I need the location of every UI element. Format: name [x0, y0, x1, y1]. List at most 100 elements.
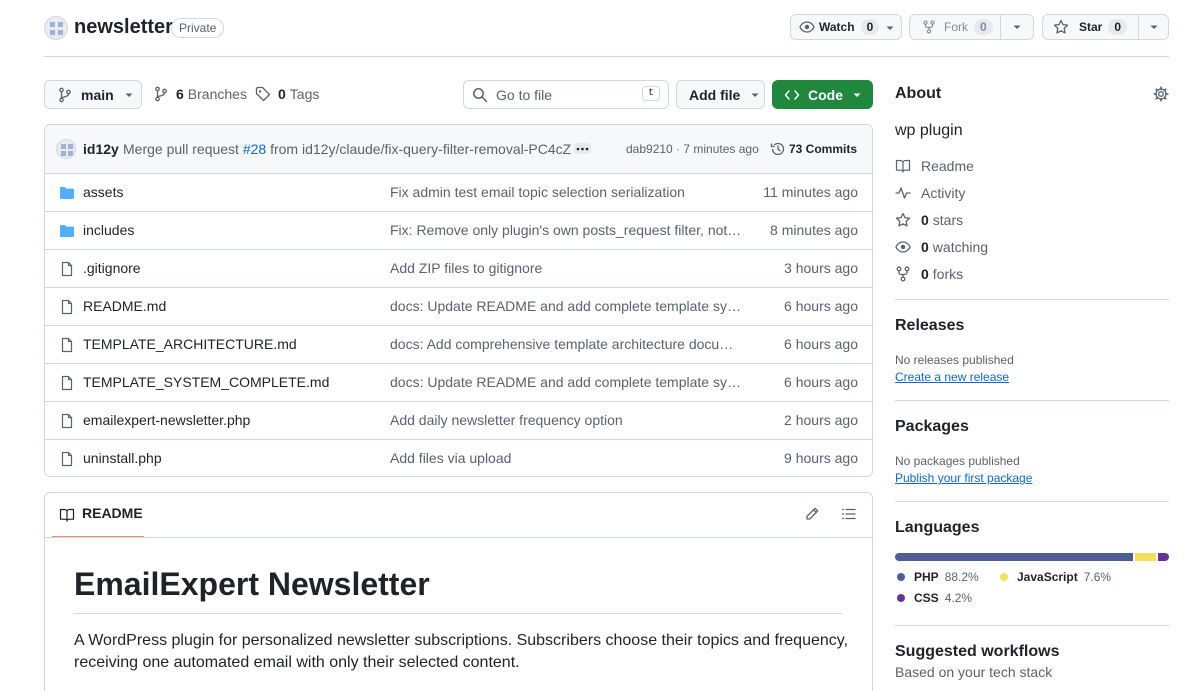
publish-package-link[interactable]: Publish your first package: [895, 471, 1032, 485]
language-color-dot: [897, 594, 905, 602]
file-name[interactable]: TEMPLATE_ARCHITECTURE.md: [83, 336, 297, 352]
branch-select[interactable]: main: [44, 80, 142, 109]
file-row[interactable]: .gitignore Add ZIP files to gitignore 3 ho…: [45, 249, 872, 287]
chevron-down-icon: [1150, 25, 1157, 29]
workflows-subtitle: Based on your tech stack: [895, 664, 1053, 680]
readme-tab[interactable]: README: [52, 505, 144, 538]
commit-author[interactable]: id12y: [83, 141, 119, 157]
branch-icon: [155, 86, 167, 102]
create-release-link[interactable]: Create a new release: [895, 370, 1009, 384]
file-row[interactable]: TEMPLATE_SYSTEM_COMPLETE.md docs: Update …: [45, 363, 872, 401]
language-percent: 7.6%: [1083, 570, 1112, 584]
file-name[interactable]: README.md: [83, 298, 166, 314]
chevron-down-icon: [1013, 25, 1021, 29]
readme-tab-label: README: [82, 505, 143, 521]
file-row[interactable]: assets Fix admin test email topic selecti…: [45, 173, 872, 211]
sidebar-divider: [895, 400, 1169, 401]
readme-tab-divider: [45, 537, 872, 538]
edit-readme-button[interactable]: [804, 506, 820, 522]
repo-name[interactable]: newsletter: [74, 16, 173, 39]
commit-expand-button[interactable]: [574, 143, 591, 154]
outline-button[interactable]: [841, 506, 857, 522]
go-to-file-search[interactable]: Go to file t: [463, 80, 669, 109]
watching-link[interactable]: 0 watching: [895, 239, 988, 255]
branches-link[interactable]: 6 Branches: [153, 86, 247, 102]
code-button[interactable]: Code: [772, 80, 873, 109]
readme-link[interactable]: Readme: [895, 158, 974, 174]
file-commit-message[interactable]: Fix: Remove only plugin's own posts_requ…: [390, 222, 742, 238]
watching-label: watching: [932, 239, 989, 255]
file-icon: [61, 337, 73, 353]
forks-count: 0: [921, 266, 929, 282]
releases-empty-text: No releases published: [895, 353, 1014, 367]
folder-icon: [60, 187, 74, 199]
file-commit-message[interactable]: Fix admin test email topic selection ser…: [390, 184, 742, 200]
forks-label: forks: [932, 266, 964, 282]
folder-icon: [60, 225, 74, 237]
search-icon: [473, 87, 488, 102]
file-commit-message[interactable]: Add ZIP files to gitignore: [390, 260, 742, 276]
file-commit-message[interactable]: docs: Update README and add complete tem…: [390, 298, 742, 314]
star-count: 0: [1108, 19, 1128, 35]
file-name[interactable]: includes: [83, 222, 134, 238]
file-name[interactable]: .gitignore: [83, 260, 141, 276]
readme-paragraph-line-2: receiving one automated email with only …: [74, 654, 520, 671]
file-icon-wrap: [59, 261, 75, 277]
file-name[interactable]: assets: [83, 184, 123, 200]
fork-dropdown-button[interactable]: [1000, 14, 1034, 40]
commit-author-avatar[interactable]: [56, 139, 76, 159]
languages-title: Languages: [895, 519, 980, 536]
file-name[interactable]: uninstall.php: [83, 450, 162, 466]
file-row[interactable]: README.md docs: Update README and add com…: [45, 287, 872, 325]
fork-button[interactable]: Fork 0: [909, 14, 1001, 40]
file-commit-time: 6 hours ago: [784, 374, 858, 390]
tags-link[interactable]: 0 Tags: [255, 86, 319, 102]
commit-message[interactable]: Merge pull request #28 from id12y/claude…: [123, 141, 571, 157]
star-button[interactable]: Star 0: [1042, 14, 1139, 40]
file-commit-time: 9 hours ago: [784, 450, 858, 466]
language-name: PHP: [914, 570, 939, 584]
star-icon: [895, 212, 911, 227]
releases-title[interactable]: Releases: [895, 317, 964, 335]
file-commit-message[interactable]: docs: Add comprehensive template archite…: [390, 336, 742, 352]
visibility-badge: Private: [171, 18, 225, 38]
file-row[interactable]: TEMPLATE_ARCHITECTURE.md docs: Add compre…: [45, 325, 872, 363]
commit-sha-time[interactable]: dab9210 · 7 minutes ago: [626, 142, 759, 156]
file-name[interactable]: emailexpert-newsletter.php: [83, 412, 250, 428]
tags-count: 0: [278, 86, 286, 102]
activity-link[interactable]: Activity: [895, 185, 965, 201]
file-row[interactable]: uninstall.php Add files via upload 9 hours…: [45, 439, 872, 477]
file-row[interactable]: emailexpert-newsletter.php Add daily news…: [45, 401, 872, 439]
file-commit-message[interactable]: Add daily newsletter frequency option: [390, 412, 742, 428]
add-file-button[interactable]: Add file: [676, 80, 765, 109]
branch-icon: [59, 87, 71, 102]
commit-pr-link[interactable]: #28: [243, 141, 266, 157]
file-commit-time: 6 hours ago: [784, 298, 858, 314]
readme-paragraph-line-1: A WordPress plugin for personalized news…: [74, 632, 849, 649]
chevron-down-icon: [853, 93, 861, 97]
watch-button[interactable]: Watch 0: [790, 14, 902, 40]
commits-link[interactable]: 73 Commits: [770, 141, 857, 157]
branches-label: Branches: [187, 86, 247, 102]
language-item[interactable]: JavaScript 7.6%: [1000, 570, 1111, 584]
header-divider: [44, 56, 1169, 57]
star-dropdown-button[interactable]: [1138, 14, 1169, 40]
commit-message-prefix: Merge pull request: [123, 141, 239, 157]
language-item[interactable]: PHP 88.2%: [897, 570, 979, 584]
file-row[interactable]: includes Fix: Remove only plugin's own po…: [45, 211, 872, 249]
forks-link[interactable]: 0 forks: [895, 266, 963, 282]
language-color-dot: [1000, 573, 1008, 581]
about-settings-button[interactable]: [1153, 86, 1169, 102]
language-percent: 88.2%: [944, 570, 979, 584]
file-commit-message[interactable]: docs: Update README and add complete tem…: [390, 374, 742, 390]
watch-count: 0: [860, 19, 880, 35]
search-shortcut-key: t: [641, 86, 660, 101]
gear-icon: [1153, 86, 1169, 102]
language-item[interactable]: CSS 4.2%: [897, 591, 972, 605]
pencil-icon: [806, 507, 819, 520]
stars-link[interactable]: 0 stars: [895, 212, 963, 228]
file-commit-message[interactable]: Add files via upload: [390, 450, 742, 466]
repo-avatar[interactable]: [44, 16, 68, 40]
file-name[interactable]: TEMPLATE_SYSTEM_COMPLETE.md: [83, 374, 329, 390]
packages-title[interactable]: Packages: [895, 418, 969, 436]
